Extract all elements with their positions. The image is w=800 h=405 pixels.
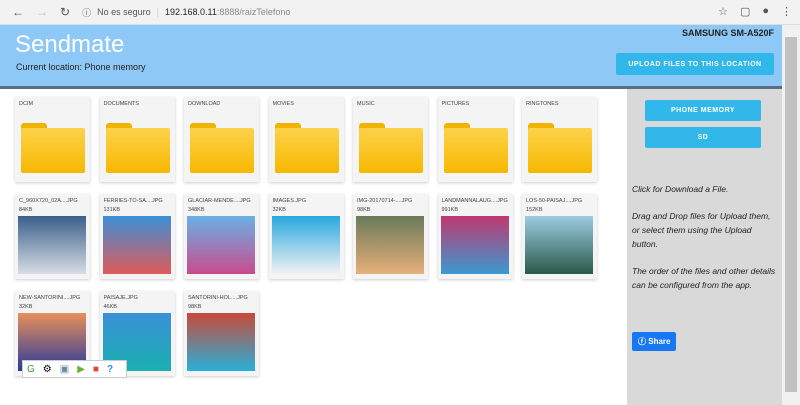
profile-icon[interactable]: ● — [762, 5, 769, 18]
folder-icon — [190, 123, 254, 173]
file-tile[interactable]: GLACIAR-MENDE....JPG 348KB — [184, 194, 259, 279]
file-size: 348KB — [188, 207, 205, 213]
file-tile[interactable]: C_960X720_02A....JPG 84KB — [15, 194, 90, 279]
info-icon: ⓘ — [82, 7, 92, 18]
image-thumbnail — [187, 313, 255, 371]
help-icon[interactable]: ? — [107, 364, 113, 375]
file-name: LOS-50-PAISAJ....JPG — [526, 198, 583, 204]
folder-icon — [105, 123, 170, 173]
file-tile[interactable]: LOS-50-PAISAJ....JPG 152KB — [522, 194, 597, 279]
url-host: 192.168.0.11 — [164, 7, 217, 17]
file-name: IMAGES.JPG — [272, 198, 307, 204]
image-thumbnail — [271, 216, 340, 274]
refresh-icon[interactable]: G — [27, 364, 35, 375]
folder-tile[interactable]: RINGTONES — [522, 97, 597, 182]
folder-name: PICTURES — [441, 101, 470, 107]
security-label: No es seguro — [97, 7, 151, 17]
folder-name: MOVIES — [272, 101, 294, 107]
folder-tile[interactable]: MUSIC — [353, 97, 428, 182]
file-tile[interactable]: SANTORINI-HOL....JPG 98KB — [184, 291, 259, 376]
folder-tile[interactable]: DCIM — [15, 97, 90, 182]
file-size: 131KB — [103, 207, 121, 213]
facebook-icon: ⓕ — [638, 337, 649, 346]
folder-icon — [274, 123, 339, 173]
folder-tile[interactable]: PICTURES — [437, 97, 513, 182]
sidebar: PHONE MEMORY SD Click for Download a Fil… — [627, 89, 782, 405]
reload-icon[interactable]: ↻ — [60, 5, 70, 19]
help-upload: Drag and Drop files for Upload them, or … — [632, 211, 771, 249]
image-thumbnail — [356, 216, 424, 274]
folder-tile[interactable]: DOWNLOAD — [184, 97, 259, 182]
folder-icon — [359, 123, 423, 173]
file-name: PAISAJE.JPG — [103, 295, 138, 301]
gear-icon[interactable]: ⚙ — [43, 364, 52, 375]
scrollbar[interactable] — [782, 25, 800, 405]
address-bar[interactable]: ⓘ No es seguro | 192.168.0.11:8888/raizT… — [82, 6, 290, 19]
file-name: LANDMANNALAUG....JPG — [441, 198, 508, 204]
file-size: 32KB — [19, 304, 33, 310]
file-size: 98KB — [357, 207, 371, 213]
folder-name: MUSIC — [357, 101, 375, 107]
help-config: The order of the files and other details… — [632, 266, 776, 290]
file-size: 98KB — [188, 304, 202, 310]
file-name: NEW-SANTORINI....JPG — [19, 295, 81, 301]
facebook-share-button[interactable]: ⓕ Share — [632, 332, 677, 351]
scrollbar-thumb[interactable] — [785, 37, 797, 392]
phone-memory-button[interactable]: PHONE MEMORY — [645, 100, 761, 121]
folder-name: DOWNLOAD — [188, 101, 221, 107]
folder-icon — [21, 123, 85, 173]
url-path: :8888/raizTelefono — [216, 7, 291, 17]
file-name: C_960X720_02A....JPG — [19, 198, 78, 204]
file-name: SANTORINI-HOL....JPG — [188, 295, 248, 301]
file-size: 991KB — [441, 207, 459, 213]
help-download: Click for Download a File. — [632, 184, 729, 194]
file-tile[interactable]: IMAGES.JPG 32KB — [268, 194, 344, 279]
file-tile[interactable]: FERRIES-TO-SA....JPG 131KB — [99, 194, 175, 279]
play-icon[interactable]: ▶ — [77, 364, 85, 375]
file-name: IMG-20170714-....JPG — [357, 198, 413, 204]
folder-name: RINGTONES — [526, 101, 559, 107]
folder-icon — [443, 123, 508, 173]
star-icon[interactable]: ☆ — [718, 5, 728, 18]
folder-name: DCIM — [19, 101, 34, 107]
stop-icon[interactable]: ■ — [93, 364, 99, 375]
browser-toolbar: ← → ↻ ⓘ No es seguro | 192.168.0.11:8888… — [0, 0, 800, 25]
file-size: 152KB — [526, 207, 543, 213]
camera-icon[interactable]: ▣ — [60, 364, 69, 375]
file-tile[interactable]: LANDMANNALAUG....JPG 991KB — [437, 194, 513, 279]
sd-button[interactable]: SD — [645, 127, 761, 148]
device-name: SAMSUNG SM-A520F — [681, 28, 774, 38]
folder-tile[interactable]: MOVIES — [268, 97, 344, 182]
image-thumbnail — [102, 216, 171, 274]
current-location: Current location: Phone memory — [16, 62, 146, 72]
extension-icon[interactable]: ▢ — [740, 5, 750, 18]
image-thumbnail — [440, 216, 509, 274]
file-size: 32KB — [272, 207, 286, 213]
upload-button[interactable]: UPLOAD FILES TO THIS LOCATION — [616, 53, 774, 75]
file-tile[interactable]: IMG-20170714-....JPG 98KB — [353, 194, 428, 279]
floating-toolbar: G ⚙ ▣ ▶ ■ ? — [22, 360, 127, 378]
app-title: Sendmate — [15, 31, 125, 58]
file-name: FERRIES-TO-SA....JPG — [103, 198, 163, 204]
folder-tile[interactable]: DOCUMENTS — [99, 97, 175, 182]
file-size: 84KB — [19, 207, 33, 213]
image-thumbnail — [525, 216, 593, 274]
image-thumbnail — [187, 216, 255, 274]
image-thumbnail — [18, 216, 86, 274]
forward-icon[interactable]: → — [36, 5, 48, 19]
file-size: 46KB — [103, 304, 117, 310]
file-name: GLACIAR-MENDE....JPG — [188, 198, 251, 204]
folder-icon — [528, 123, 592, 173]
folder-name: DOCUMENTS — [103, 101, 139, 107]
menu-icon[interactable]: ⋮ — [781, 5, 792, 18]
back-icon[interactable]: ← — [12, 5, 24, 19]
app-header: Sendmate Current location: Phone memory … — [0, 25, 782, 86]
